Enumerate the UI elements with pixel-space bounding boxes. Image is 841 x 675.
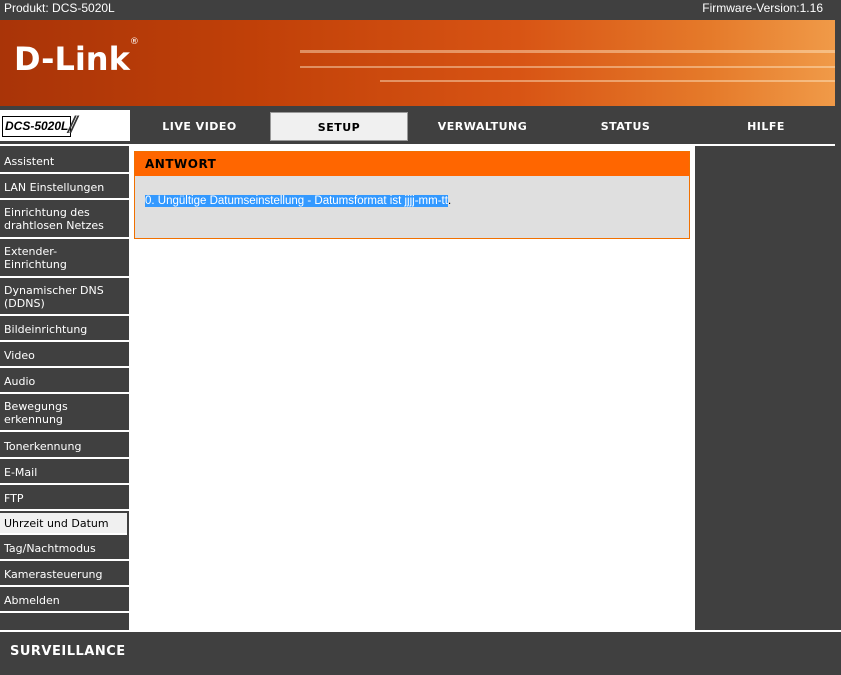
sidebar-item-label: E-Mail [4, 466, 38, 479]
response-message-end: . [447, 195, 452, 207]
setup-sidebar: Assistent LAN Einstellungen Einrichtung … [0, 146, 129, 630]
sidebar-item-kamerasteuerung[interactable]: Kamerasteuerung [0, 563, 129, 587]
response-panel: ANTWORT 0. Ungültige Datumseinstellung -… [134, 151, 690, 239]
tab-status[interactable]: STATUS [556, 112, 695, 141]
sidebar-item-uhrzeit-und-datum[interactable]: Uhrzeit und Datum [0, 513, 127, 535]
dlink-logo-text: D-Link [14, 40, 130, 78]
model-label: DCS-5020L [2, 116, 72, 137]
sidebar-item-label: Dynamischer DNS (DDNS) [4, 284, 104, 310]
sidebar-item-label: Uhrzeit und Datum [4, 517, 109, 530]
sidebar-item-lan-einstellungen[interactable]: LAN Einstellungen [0, 176, 129, 200]
product-label: Produkt: DCS-5020L [4, 1, 115, 15]
sidebar-item-ddns[interactable]: Dynamischer DNS (DDNS) [0, 280, 129, 316]
tab-verwaltung[interactable]: VERWALTUNG [411, 112, 554, 141]
model-badge: DCS-5020L // [0, 110, 130, 141]
sidebar-item-label: Audio [4, 375, 36, 388]
main-content: ANTWORT 0. Ungültige Datumseinstellung -… [129, 146, 695, 630]
sidebar-item-label: Video [4, 349, 35, 362]
sidebar-item-tag-nachtmodus[interactable]: Tag/Nachtmodus [0, 537, 129, 561]
sidebar-item-label: Abmelden [4, 594, 60, 607]
sidebar-item-video[interactable]: Video [0, 344, 129, 368]
trademark-mark: ® [129, 37, 139, 48]
sidebar-item-ftp[interactable]: FTP [0, 487, 129, 511]
response-message: 0. Ungültige Datumseinstellung - Datumsf… [145, 195, 451, 207]
response-message-text: 0. Ungültige Datumseinstellung - Datumsf… [145, 195, 448, 207]
sidebar-item-label: Assistent [4, 155, 55, 168]
right-edge [835, 110, 841, 630]
tab-hilfe[interactable]: HILFE [697, 112, 835, 141]
banner-frame: D-Link® [0, 17, 841, 111]
sidebar-item-audio[interactable]: Audio [0, 370, 129, 394]
tab-setup[interactable]: SETUP [270, 112, 408, 141]
sidebar-item-label: Tag/Nachtmodus [4, 542, 96, 555]
sidebar-item-label: FTP [4, 492, 24, 505]
banner-streak [380, 80, 835, 82]
dlink-logo[interactable]: D-Link® [14, 37, 139, 78]
sidebar-item-label: Bewegungs erkennung [4, 400, 68, 426]
sidebar-item-assistent[interactable]: Assistent [0, 150, 129, 174]
firmware-version-label: Firmware-Version:1.16 [702, 1, 823, 15]
sidebar-item-label: Einrichtung des drahtlosen Netzes [4, 206, 104, 232]
right-column [695, 146, 835, 630]
sidebar-item-label: Extender-Einrichtung [4, 245, 67, 271]
brand-banner: D-Link® [0, 20, 835, 106]
sidebar-item-bildeinrichtung[interactable]: Bildeinrichtung [0, 318, 129, 342]
sidebar-item-label: Bildeinrichtung [4, 323, 88, 336]
slash-decoration-icon: // [68, 112, 78, 139]
sidebar-item-extender[interactable]: Extender-Einrichtung [0, 241, 129, 278]
footer-bar: SURVEILLANCE [0, 630, 841, 675]
sidebar-item-bewegungserkennung[interactable]: Bewegungs erkennung [0, 396, 129, 432]
banner-streak [300, 66, 835, 68]
banner-streak [300, 50, 835, 53]
sidebar-item-abmelden[interactable]: Abmelden [0, 589, 129, 613]
surveillance-logo: SURVEILLANCE [10, 644, 126, 659]
sidebar-item-label: LAN Einstellungen [4, 181, 105, 194]
product-header-bar: Produkt: DCS-5020L Firmware-Version:1.16 [0, 0, 841, 17]
tab-live-video[interactable]: LIVE VIDEO [131, 112, 268, 141]
main-navigation: DCS-5020L // LIVE VIDEO SETUP VERWALTUNG… [0, 110, 841, 144]
sidebar-item-wireless-setup[interactable]: Einrichtung des drahtlosen Netzes [0, 202, 129, 239]
sidebar-item-tonerkennung[interactable]: Tonerkennung [0, 435, 129, 459]
sidebar-item-label: Kamerasteuerung [4, 568, 103, 581]
sidebar-item-label: Tonerkennung [4, 440, 82, 453]
sidebar-item-email[interactable]: E-Mail [0, 461, 129, 485]
response-title: ANTWORT [135, 152, 689, 176]
